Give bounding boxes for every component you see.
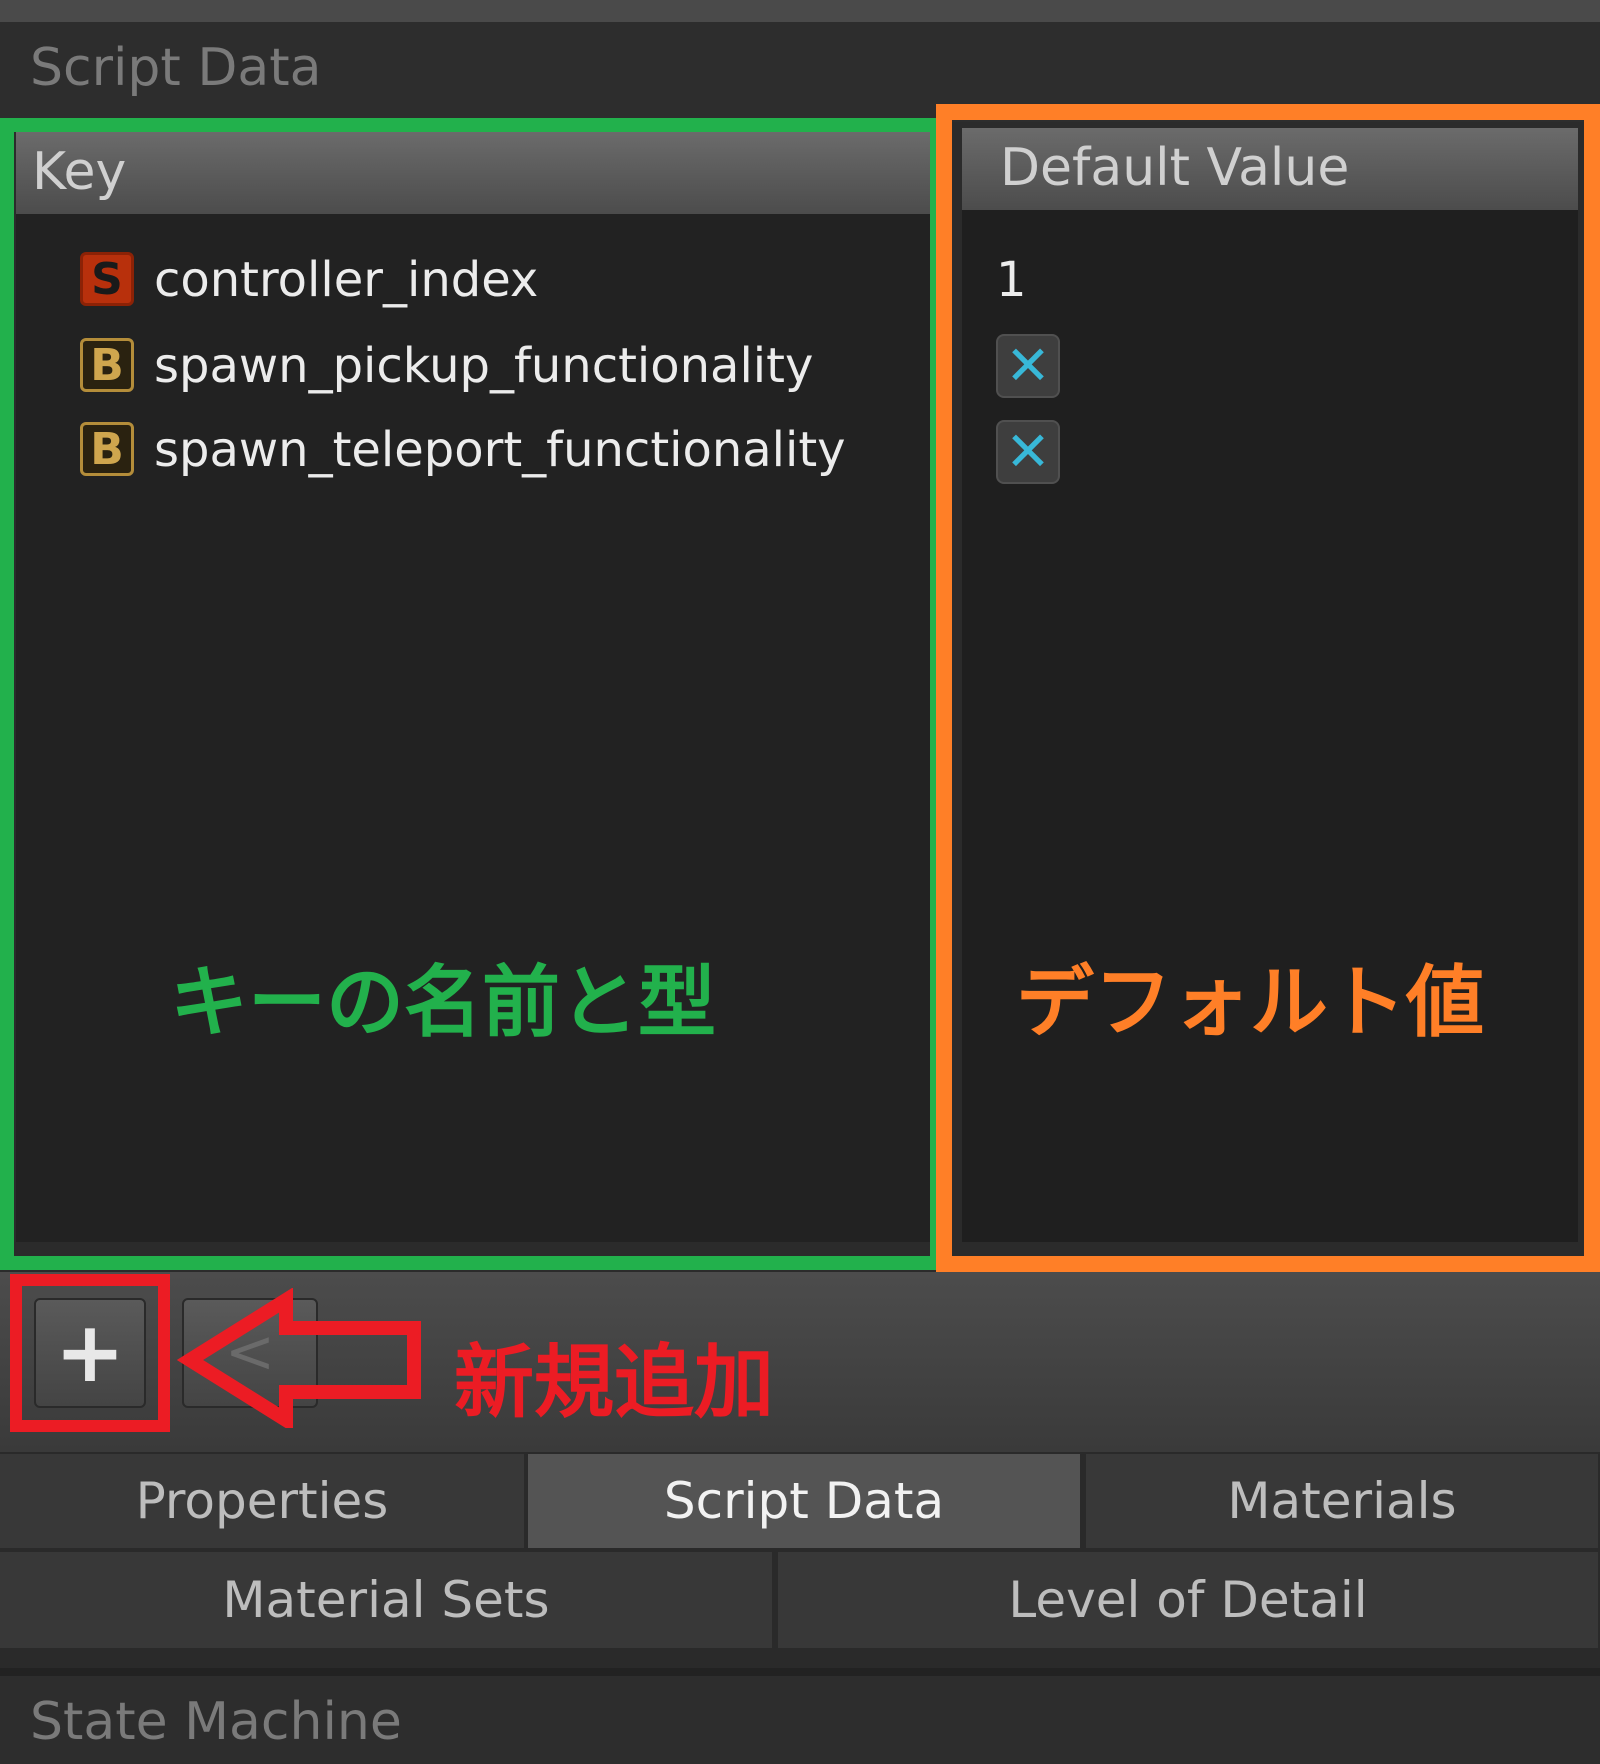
footer-section-title: State Machine xyxy=(30,1692,402,1752)
add-button-highlight xyxy=(10,1274,170,1432)
key-annotation-label: キーの名前と型 xyxy=(170,958,717,1048)
add-annotation-label: 新規追加 xyxy=(454,1336,774,1429)
value-annotation-label: デフォルト値 xyxy=(1016,958,1485,1048)
tab-properties[interactable]: Properties xyxy=(0,1454,526,1548)
tab-script-data[interactable]: Script Data xyxy=(528,1454,1082,1548)
tab-level-of-detail[interactable]: Level of Detail xyxy=(778,1552,1600,1648)
section-title: Script Data xyxy=(30,38,322,98)
tab-materials[interactable]: Materials xyxy=(1086,1454,1600,1548)
value-annotation-box xyxy=(936,104,1600,1272)
key-annotation-box xyxy=(0,118,944,1270)
top-strip xyxy=(0,0,1600,22)
arrow-left-icon xyxy=(176,1288,421,1428)
tab-material-sets[interactable]: Material Sets xyxy=(0,1552,774,1648)
